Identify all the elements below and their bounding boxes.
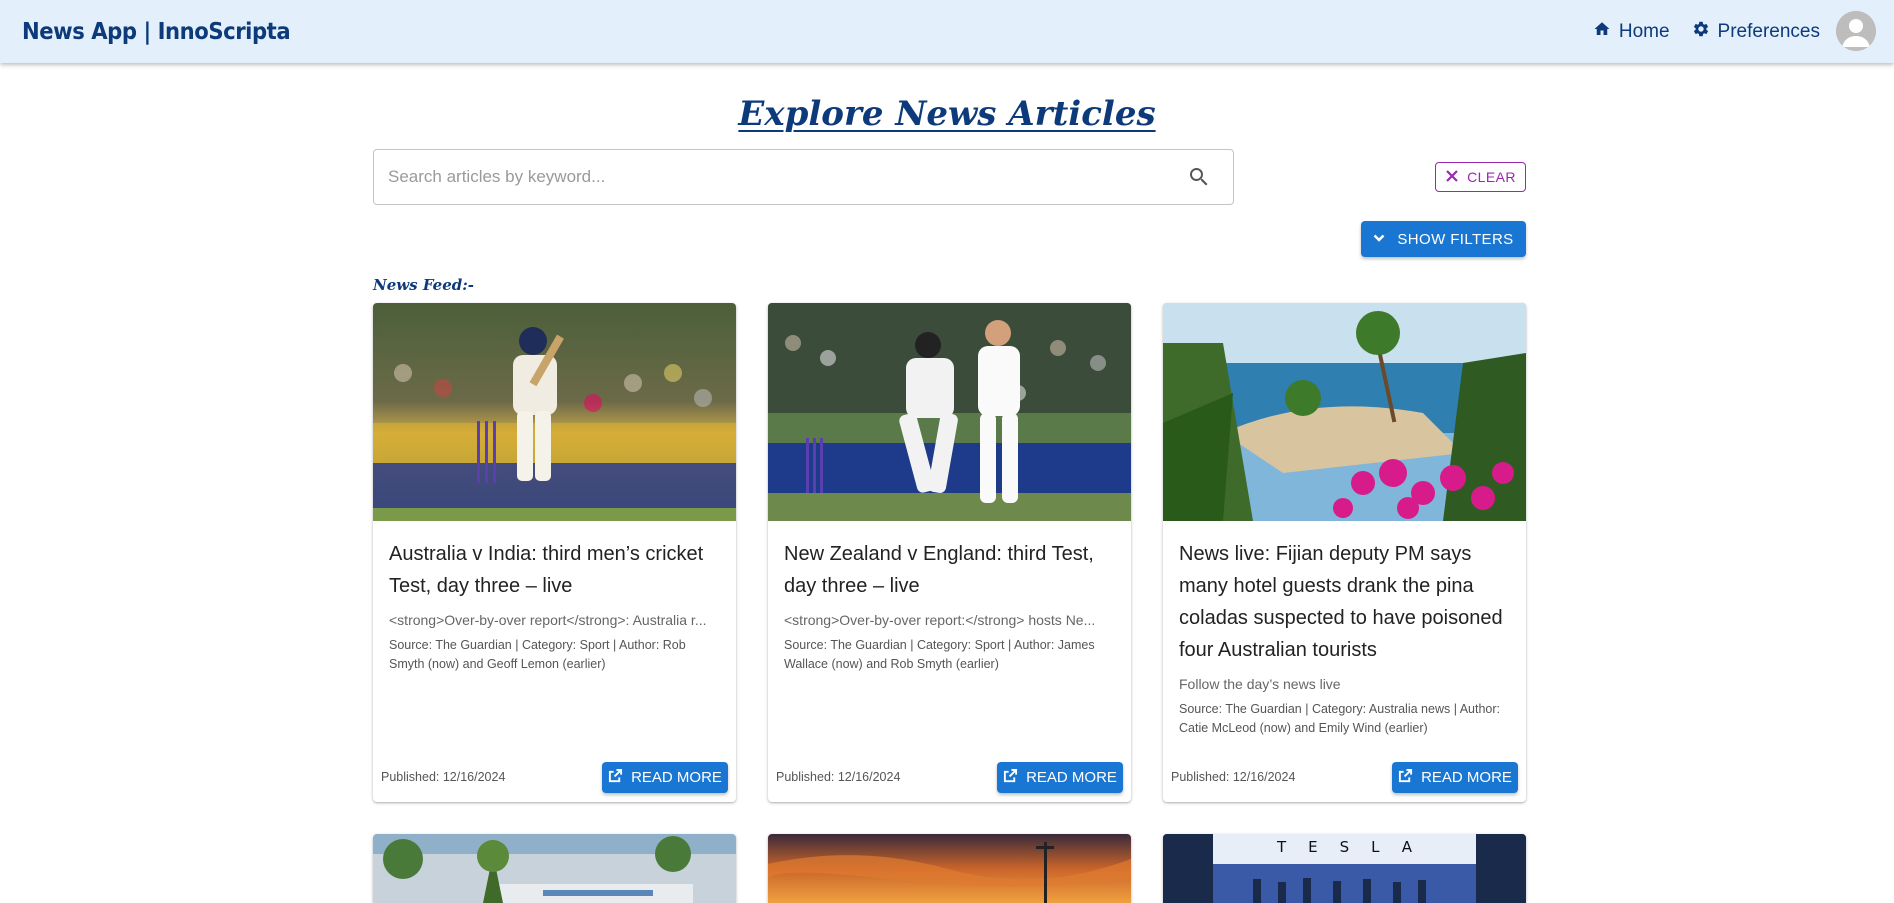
article-description: Follow the day’s news live — [1179, 676, 1341, 692]
read-more-label: READ MORE — [1421, 768, 1512, 786]
home-icon — [1593, 20, 1611, 44]
article-image — [1163, 303, 1526, 521]
search-icon[interactable] — [1187, 165, 1211, 189]
card-footer: Published: 12/16/2024 READ MORE — [768, 752, 1131, 802]
read-more-label: READ MORE — [1026, 768, 1117, 786]
page-title: Explore News Articles — [738, 94, 1156, 134]
article-meta: Source: The Guardian | Category: Sport |… — [389, 638, 686, 671]
article-card: Australia v India: third men’s cricket T… — [373, 303, 736, 802]
clear-button[interactable]: CLEAR — [1435, 162, 1526, 192]
tesla-sign-text: TESLA — [1276, 838, 1435, 856]
nav-preferences-label: Preferences — [1717, 20, 1820, 42]
search-box — [373, 149, 1234, 205]
external-link-icon — [1398, 768, 1413, 787]
gear-icon — [1692, 20, 1710, 44]
show-filters-label: SHOW FILTERS — [1397, 230, 1514, 248]
external-link-icon — [608, 768, 623, 787]
article-image — [373, 834, 736, 903]
chevron-down-icon — [1373, 231, 1385, 248]
article-image — [768, 303, 1131, 521]
article-image: TESLA — [1163, 834, 1526, 903]
article-card — [768, 834, 1131, 903]
article-title: Australia v India: third men’s cricket T… — [389, 543, 704, 597]
read-more-label: READ MORE — [631, 768, 722, 786]
clear-label: CLEAR — [1467, 169, 1516, 185]
nav-home[interactable]: Home — [1593, 20, 1670, 44]
read-more-button[interactable]: READ MORE — [997, 761, 1123, 793]
article-card: New Zealand v England: third Test, day t… — [768, 303, 1131, 802]
card-footer: Published: 12/16/2024 READ MORE — [1163, 752, 1526, 802]
nav-home-label: Home — [1618, 20, 1670, 42]
article-image — [768, 834, 1131, 903]
article-image — [373, 303, 736, 521]
article-title: News live: Fijian deputy PM says many ho… — [1179, 543, 1503, 661]
close-icon — [1445, 169, 1459, 186]
read-more-button[interactable]: READ MORE — [1392, 761, 1518, 793]
nav-preferences[interactable]: Preferences — [1692, 20, 1820, 44]
article-description: <strong>Over-by-over report</strong>: Au… — [389, 612, 707, 628]
article-title: New Zealand v England: third Test, day t… — [784, 543, 1094, 597]
top-nav: Home Preferences — [1593, 0, 1820, 63]
article-description: <strong>Over-by-over report:</strong> ho… — [784, 612, 1096, 628]
article-card — [373, 834, 736, 903]
article-card: News live: Fijian deputy PM says many ho… — [1163, 303, 1526, 802]
published-date: Published: 12/16/2024 — [381, 770, 506, 784]
app-bar: News App | InnoScripta Home Preferences — [0, 0, 1894, 63]
show-filters-button[interactable]: SHOW FILTERS — [1361, 221, 1526, 257]
article-meta: Source: The Guardian | Category: Sport |… — [784, 638, 1095, 671]
page-title-wrap: Explore News Articles — [0, 94, 1894, 134]
read-more-button[interactable]: READ MORE — [602, 761, 728, 793]
article-card: TESLA — [1163, 834, 1526, 903]
published-date: Published: 12/16/2024 — [1171, 770, 1296, 784]
user-avatar-icon[interactable] — [1836, 11, 1876, 51]
news-feed-heading: News Feed:- — [373, 276, 475, 294]
app-brand[interactable]: News App | InnoScripta — [22, 19, 291, 45]
external-link-icon — [1003, 768, 1018, 787]
article-meta: Source: The Guardian | Category: Austral… — [1179, 702, 1501, 735]
card-footer: Published: 12/16/2024 READ MORE — [373, 752, 736, 802]
published-date: Published: 12/16/2024 — [776, 770, 901, 784]
search-input[interactable] — [388, 167, 1187, 187]
